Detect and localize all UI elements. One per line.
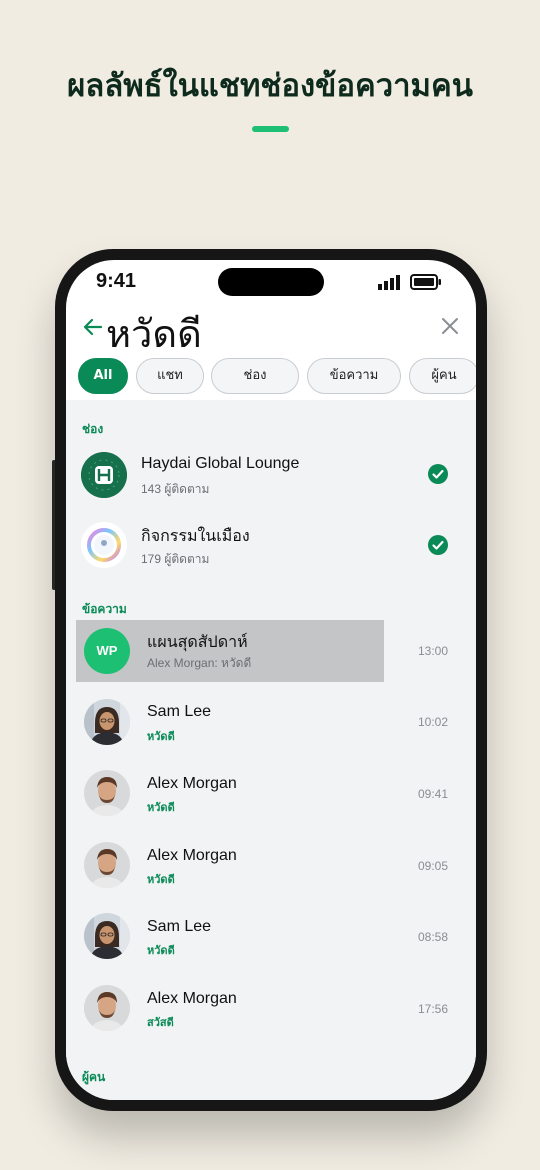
search-results: ช่อง Haydai Global Lounge 143 ผู้ติดตาม xyxy=(66,400,476,1100)
message-time: 13:00 xyxy=(418,644,449,658)
avatar xyxy=(84,699,130,745)
phone-frame: 9:41 หวัดดี All แชท ช่อง ข้อความ ผู้คน ช… xyxy=(55,249,487,1111)
message-preview: หวัดดี xyxy=(147,945,175,957)
phone-screen: 9:41 หวัดดี All แชท ช่อง ข้อความ ผู้คน ช… xyxy=(66,260,476,1100)
avatar xyxy=(84,985,130,1031)
message-preview: Alex Morgan: หวัดดี xyxy=(147,656,252,670)
battery-icon xyxy=(410,274,441,290)
back-arrow-icon[interactable] xyxy=(82,316,104,338)
page-headline: ผลลัพธ์ในแชทช่องข้อความคน xyxy=(67,68,473,104)
dynamic-island xyxy=(218,268,324,296)
message-row[interactable]: Alex Morgan หวัดดี 09:05 xyxy=(66,830,476,900)
search-query[interactable]: หวัดดี xyxy=(106,308,202,360)
message-row[interactable]: Sam Lee หวัดดี 08:58 xyxy=(66,901,476,971)
check-circle-icon xyxy=(428,535,448,555)
message-row[interactable]: Alex Morgan หวัดดี 09:41 xyxy=(66,758,476,828)
avatar xyxy=(84,913,130,959)
channel-followers: 179 ผู้ติดตาม xyxy=(141,552,210,566)
contact-name: Sam Lee xyxy=(147,703,212,720)
channel-name: กิจกรรมในเมือง xyxy=(141,528,250,545)
search-header: หวัดดี xyxy=(66,306,476,358)
channel-name: Haydai Global Lounge xyxy=(141,455,300,472)
rainbow-ring-logo-icon xyxy=(81,522,127,568)
filter-chip-channels[interactable]: ช่อง xyxy=(211,358,299,394)
channel-followers: 143 ผู้ติดตาม xyxy=(141,482,210,496)
status-time: 9:41 xyxy=(96,270,137,292)
message-preview: หวัดดี xyxy=(147,731,175,743)
contact-name: Sam Lee xyxy=(147,918,212,935)
filter-chip-chats[interactable]: แชท xyxy=(136,358,204,394)
check-circle-icon xyxy=(428,464,448,484)
section-label-channels: ช่อง xyxy=(82,422,104,436)
avatar: WP xyxy=(84,628,130,674)
haydai-logo-icon xyxy=(81,452,127,498)
message-time: 10:02 xyxy=(418,715,449,729)
message-preview: สวัสดี xyxy=(147,1017,174,1029)
avatar xyxy=(84,842,130,888)
signal-icon xyxy=(378,275,400,290)
chat-name: แผนสุดสัปดาห์ xyxy=(147,634,248,651)
channel-row[interactable]: กิจกรรมในเมือง 179 ผู้ติดตาม xyxy=(66,510,476,580)
message-time: 09:41 xyxy=(418,787,449,801)
message-row[interactable]: Sam Lee หวัดดี 10:02 xyxy=(66,687,476,757)
section-label-people: ผู้คน xyxy=(82,1070,106,1084)
filter-chip-people[interactable]: ผู้คน xyxy=(409,358,476,394)
close-icon[interactable] xyxy=(440,316,460,336)
channel-row[interactable]: Haydai Global Lounge 143 ผู้ติดตาม xyxy=(66,440,476,510)
contact-name: Alex Morgan xyxy=(147,847,237,864)
message-row[interactable]: Alex Morgan สวัสดี 17:56 xyxy=(66,973,476,1043)
filter-chip-all[interactable]: All xyxy=(78,358,128,394)
message-preview: หวัดดี xyxy=(147,802,175,814)
filter-chip-messages[interactable]: ข้อความ xyxy=(307,358,401,394)
filter-chips: All แชท ช่อง ข้อความ ผู้คน xyxy=(66,358,476,400)
message-time: 17:56 xyxy=(418,1002,449,1016)
message-preview: หวัดดี xyxy=(147,874,175,886)
message-time: 09:05 xyxy=(418,859,449,873)
headline-underline xyxy=(252,126,289,132)
avatar xyxy=(84,770,130,816)
message-time: 08:58 xyxy=(418,930,449,944)
contact-name: Alex Morgan xyxy=(147,775,237,792)
contact-name: Alex Morgan xyxy=(147,990,237,1007)
status-bar: 9:41 xyxy=(66,260,476,306)
message-row[interactable]: WP แผนสุดสัปดาห์ Alex Morgan: หวัดดี 13:… xyxy=(66,616,476,686)
